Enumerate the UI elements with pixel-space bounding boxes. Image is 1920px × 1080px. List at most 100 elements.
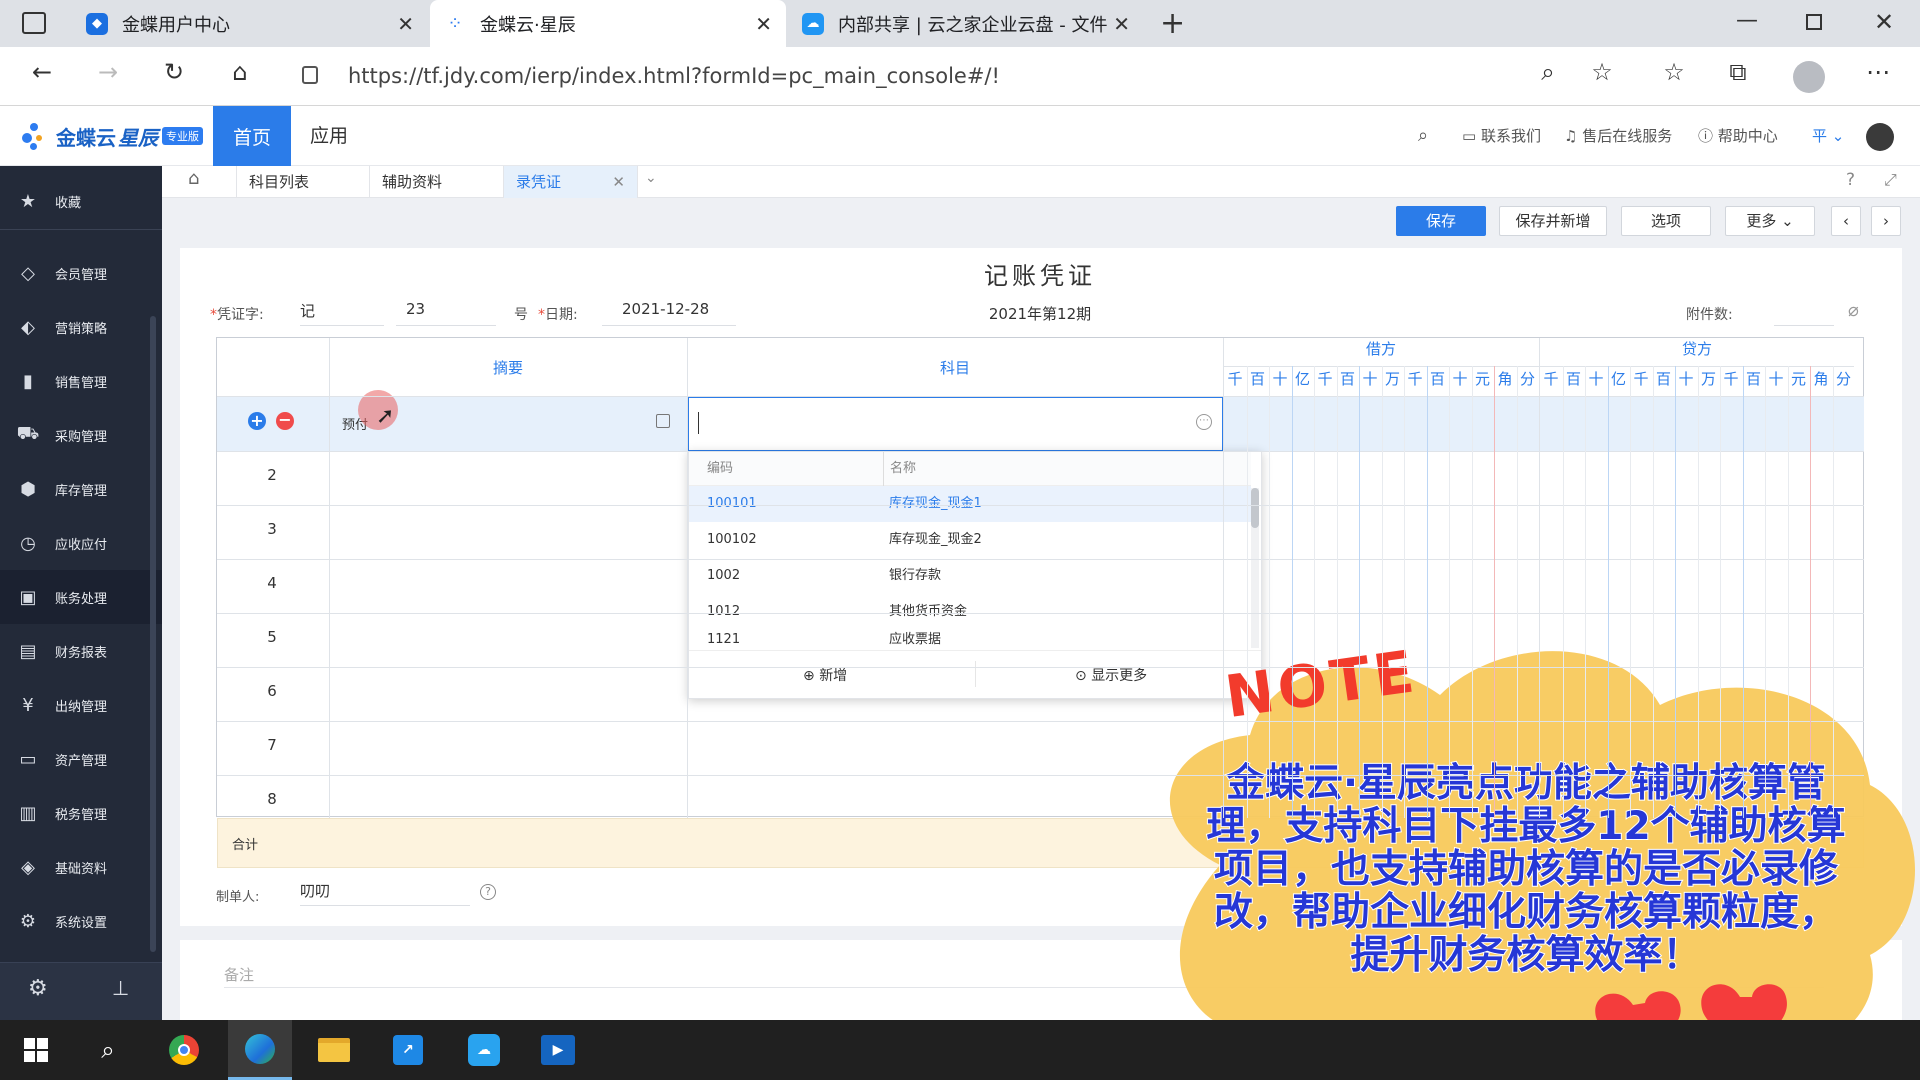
close-icon[interactable]: ✕ bbox=[612, 166, 625, 198]
home-icon[interactable]: ⌂ bbox=[222, 58, 258, 86]
cloud-app-icon[interactable]: ☁ bbox=[452, 1020, 516, 1080]
paperclip-icon[interactable]: ⌀ bbox=[1848, 300, 1859, 321]
sidebar-item-label: 会员管理 bbox=[55, 267, 108, 283]
user-avatar[interactable] bbox=[1866, 123, 1894, 151]
add-favorite-icon[interactable]: ☆ bbox=[1584, 58, 1620, 86]
sidebar-item-reports[interactable]: ▤ 财务报表 bbox=[0, 624, 162, 678]
sidebar-item-favorites[interactable]: ★ 收藏 bbox=[0, 174, 162, 228]
maker-label: 制单人: bbox=[216, 890, 260, 905]
date-field[interactable]: 2021-12-28 bbox=[602, 300, 736, 326]
sidebar-item-marketing[interactable]: ⬖ 营销策略 bbox=[0, 300, 162, 354]
dropdown-option[interactable]: 100102 库存现金_现金2 bbox=[689, 522, 1251, 558]
minimize-icon[interactable]: — bbox=[1736, 8, 1758, 33]
settings-gear-icon[interactable]: ⚙ bbox=[28, 976, 48, 1001]
voucher-word-field[interactable]: 记 bbox=[300, 300, 384, 326]
sidebar-item-cashier[interactable]: ¥ 出纳管理 bbox=[0, 678, 162, 732]
tab-actions-icon[interactable] bbox=[22, 12, 46, 34]
delete-row-icon[interactable]: − bbox=[276, 412, 294, 430]
sidebar-item-assets[interactable]: ▭ 资产管理 bbox=[0, 732, 162, 786]
question-icon[interactable]: ? bbox=[480, 884, 496, 900]
browser-tab[interactable]: ◆ 金蝶用户中心 ✕ bbox=[72, 0, 428, 47]
sidebar-item-purchase[interactable]: ⛟ 采购管理 bbox=[0, 408, 162, 462]
menu-icon[interactable]: ⋯ bbox=[1860, 58, 1896, 86]
profile-avatar[interactable] bbox=[1793, 61, 1825, 93]
amount-unit: 角 bbox=[1497, 370, 1513, 388]
reload-icon[interactable]: ↻ bbox=[156, 58, 192, 86]
add-subject-button[interactable]: ⊕ 新增 bbox=[803, 665, 847, 685]
sidebar-item-sales[interactable]: ▮ 销售管理 bbox=[0, 354, 162, 408]
search-icon[interactable]: ⌕ bbox=[76, 1020, 140, 1080]
video-player-icon[interactable]: ▶ bbox=[526, 1020, 590, 1080]
more-options-icon[interactable]: ⋯ bbox=[1196, 414, 1212, 430]
search-icon[interactable]: ⌕ bbox=[1418, 106, 1428, 166]
browser-tab[interactable]: ☁ 内部共享 | 云之家企业云盘 - 文件 ✕ bbox=[788, 0, 1144, 47]
sidebar-item-receivables[interactable]: ◷ 应收应付 bbox=[0, 516, 162, 570]
dropdown-header: 编码 名称 bbox=[689, 452, 1251, 486]
contact-link[interactable]: ▭ 联系我们 bbox=[1462, 106, 1541, 166]
close-icon[interactable]: ✕ bbox=[397, 12, 414, 36]
restore-icon[interactable] bbox=[1806, 14, 1822, 30]
org-switcher[interactable]: 平 ⌄ bbox=[1812, 106, 1844, 166]
sidebar-item-basic-data[interactable]: ◈ 基础资料 bbox=[0, 840, 162, 894]
favorites-icon[interactable]: ☆ bbox=[1656, 58, 1692, 86]
dropdown-option[interactable]: 100101 库存现金_现金1 bbox=[689, 486, 1251, 522]
edge-icon[interactable] bbox=[228, 1020, 292, 1080]
zoom-icon[interactable]: ⌕ bbox=[1530, 58, 1566, 86]
lock-icon[interactable] bbox=[302, 66, 318, 84]
sidebar-item-members[interactable]: ◇ 会员管理 bbox=[0, 246, 162, 300]
save-button[interactable]: 保存 bbox=[1396, 206, 1486, 236]
forward-icon[interactable]: → bbox=[90, 58, 126, 86]
sidebar-item-label: 基础资料 bbox=[55, 861, 108, 877]
voucher-word-label-text: 凭证字: bbox=[217, 307, 264, 323]
add-row-icon[interactable]: + bbox=[248, 412, 266, 430]
maker-field[interactable]: 叨叨 bbox=[300, 880, 470, 906]
nav-apps[interactable]: 应用 bbox=[310, 106, 348, 166]
pin-icon[interactable]: ⊥ bbox=[112, 976, 129, 1000]
browser-tab-active[interactable]: ⁘ 金蝶云·星辰 ✕ bbox=[430, 0, 786, 47]
options-button[interactable]: 选项 bbox=[1621, 206, 1711, 236]
home-tab-icon[interactable]: ⌂ bbox=[188, 168, 199, 189]
question-icon[interactable]: ? bbox=[1846, 170, 1855, 190]
support-link[interactable]: ♫ 售后在线服务 bbox=[1564, 106, 1672, 166]
sidebar-item-tax[interactable]: ▥ 税务管理 bbox=[0, 786, 162, 840]
amount-unit: 角 bbox=[1813, 370, 1829, 388]
tab-auxiliary-data[interactable]: 辅助资料 bbox=[370, 166, 504, 198]
amount-column-line bbox=[1742, 366, 1744, 818]
help-link[interactable]: ⓘ 帮助中心 bbox=[1698, 106, 1778, 166]
windows-start-icon[interactable] bbox=[4, 1020, 68, 1080]
amount-unit: 分 bbox=[1835, 370, 1851, 388]
voucher-title: 记账凭证 bbox=[984, 262, 1096, 290]
window-close-icon[interactable]: ✕ bbox=[1874, 8, 1894, 36]
more-button[interactable]: 更多 ⌄ bbox=[1725, 206, 1815, 236]
back-icon[interactable]: ← bbox=[24, 58, 60, 86]
url-field[interactable]: https://tf.jdy.com/ierp/index.html?formI… bbox=[348, 47, 1000, 106]
close-icon[interactable]: ✕ bbox=[755, 12, 772, 36]
tab-subject-list[interactable]: 科目列表 bbox=[236, 166, 370, 198]
chevron-down-icon[interactable]: ⌄ bbox=[645, 170, 657, 186]
attachments-field[interactable] bbox=[1774, 300, 1834, 326]
sidebar-item-ledger[interactable]: ▣ 账务处理 bbox=[0, 570, 162, 624]
sidebar-item-settings[interactable]: ⚙ 系统设置 bbox=[0, 894, 162, 948]
next-icon[interactable]: › bbox=[1871, 206, 1901, 236]
row-number: 7 bbox=[267, 736, 277, 754]
app-logo[interactable]: 金蝶云 星辰 专业版 bbox=[20, 106, 203, 166]
subject-input[interactable] bbox=[688, 397, 1223, 451]
copy-icon[interactable] bbox=[656, 414, 670, 428]
collections-icon[interactable]: ⧉ bbox=[1720, 58, 1756, 86]
app-arrow-icon[interactable]: ↗ bbox=[376, 1020, 440, 1080]
file-explorer-icon[interactable] bbox=[302, 1020, 366, 1080]
chrome-icon[interactable] bbox=[152, 1020, 216, 1080]
grid-row-line bbox=[217, 396, 1864, 397]
nav-home[interactable]: 首页 bbox=[213, 106, 291, 166]
voucher-number-field[interactable]: 23 bbox=[396, 300, 496, 326]
sidebar-scrollbar[interactable] bbox=[150, 316, 156, 952]
prev-icon[interactable]: ‹ bbox=[1831, 206, 1861, 236]
new-tab-icon[interactable]: + bbox=[1160, 6, 1185, 41]
dropdown-scrollbar[interactable] bbox=[1251, 488, 1259, 648]
dropdown-option[interactable]: 1002 银行存款 bbox=[689, 558, 1251, 594]
sidebar-item-inventory[interactable]: ⬢ 库存管理 bbox=[0, 462, 162, 516]
save-and-new-button[interactable]: 保存并新增 bbox=[1499, 206, 1607, 236]
fullscreen-icon[interactable]: ⤢ bbox=[1884, 170, 1897, 190]
tab-voucher-entry[interactable]: 录凭证 ✕ bbox=[504, 166, 638, 198]
close-icon[interactable]: ✕ bbox=[1113, 12, 1130, 36]
